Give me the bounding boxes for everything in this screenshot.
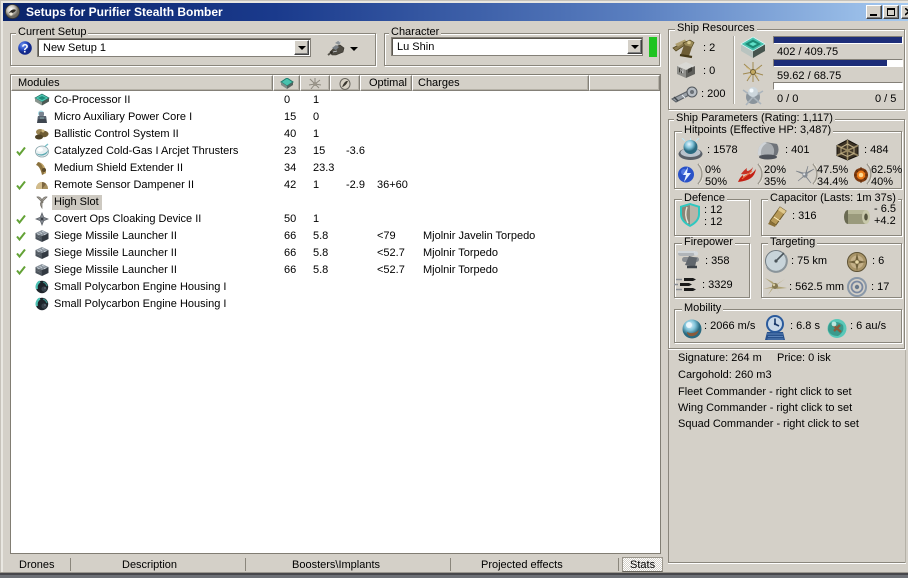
svg-text:?: ?	[21, 44, 28, 56]
